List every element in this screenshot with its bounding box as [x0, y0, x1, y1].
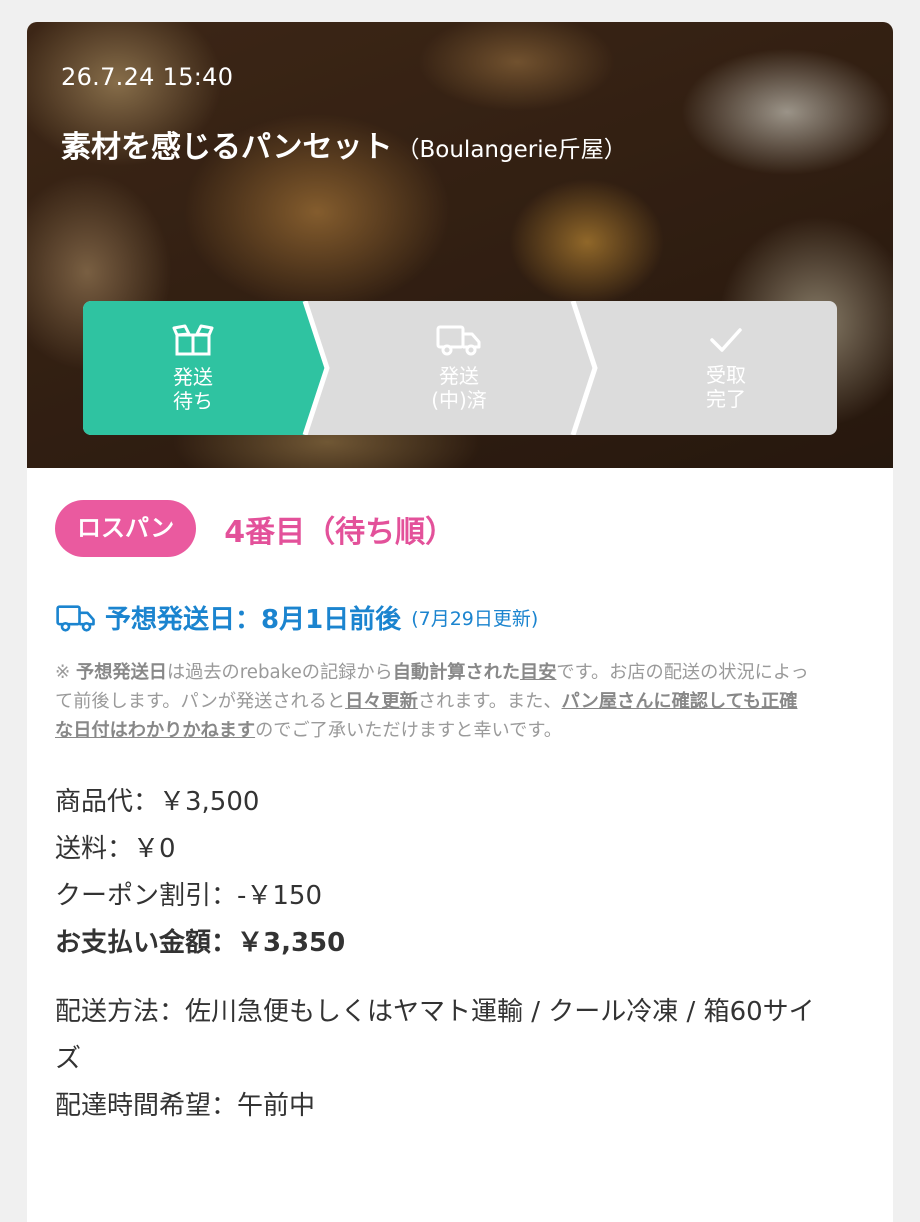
estimated-ship-date: 予想発送日：8月1日前後 (7月29日更新)	[55, 599, 815, 636]
truck-icon	[56, 604, 95, 632]
note-text: ※	[55, 662, 77, 683]
shipping-note: ※ 予想発送日は過去のrebakeの記録から自動計算された目安です。お店の配送の…	[55, 658, 811, 745]
step-label: 発送 (中)済	[431, 364, 487, 412]
delivery-method: 配送方法：佐川急便もしくはヤマト運輸 / クール冷凍 / 箱60サイズ	[55, 997, 815, 1074]
price-breakdown: 商品代：￥3,500 送料：￥0 クーポン割引：-￥150 お支払い金額：￥3,…	[55, 779, 815, 967]
note-emphasis: 日々更新	[345, 691, 418, 712]
box-icon	[172, 324, 214, 356]
badge-row: ロスパン 4番目（待ち順）	[55, 500, 815, 557]
step-label: 発送 待ち	[173, 365, 213, 413]
step-label: 受取 完了	[706, 363, 746, 411]
check-icon	[710, 328, 742, 352]
shop-name: （Boulangerie斤屋）	[396, 137, 627, 163]
delivery-info: 配送方法：佐川急便もしくはヤマト運輸 / クール冷凍 / 箱60サイズ 配達時間…	[55, 989, 815, 1130]
order-title: 素材を感じるパンセット （Boulangerie斤屋）	[61, 122, 627, 166]
ship-updated: (7月29日更新)	[411, 608, 539, 630]
item-price: 商品代：￥3,500	[55, 787, 260, 817]
step-awaiting-shipment: 発送 待ち	[83, 301, 303, 435]
product-name: 素材を感じるパンセット	[61, 130, 393, 165]
order-details: ロスパン 4番目（待ち順） 予想発送日：8月1日前後 (7月29日更新) ※ 予…	[55, 500, 815, 1130]
order-datetime: 26.7.24 15:40	[61, 63, 234, 91]
total-payment: お支払い金額：￥3,350	[55, 928, 346, 958]
step-shipped: 発送 (中)済	[353, 301, 565, 435]
note-text: されます。また、	[417, 691, 562, 712]
shipping-fee: 送料：￥0	[55, 834, 176, 864]
note-emphasis: 自動計算された	[392, 662, 521, 683]
queue-rank: 4番目（待ち順）	[224, 514, 456, 550]
step-received: 受取 完了	[615, 301, 837, 435]
category-badge: ロスパン	[55, 500, 197, 557]
note-text: のでご了承いただけますと幸いです。	[255, 720, 562, 741]
coupon-discount: クーポン割引：-￥150	[55, 881, 323, 911]
order-progress: 発送 待ち 発送 (中)済 受取 完了	[83, 301, 837, 435]
note-emphasis: 目安	[520, 662, 557, 683]
note-emphasis: 予想発送日	[76, 662, 167, 683]
ship-estimate: 予想発送日：8月1日前後	[105, 605, 402, 635]
delivery-time: 配達時間希望：午前中	[55, 1091, 316, 1121]
note-text: は過去のrebakeの記録から	[166, 662, 393, 683]
truck-icon	[436, 325, 481, 356]
